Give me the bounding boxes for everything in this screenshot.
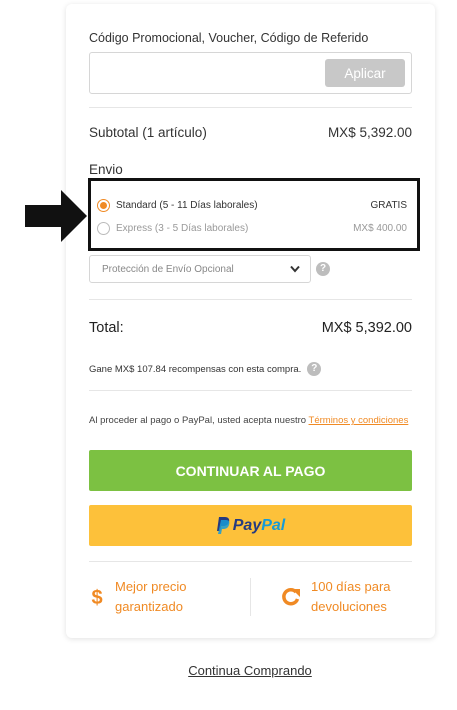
terms-link[interactable]: Términos y condiciones: [309, 415, 409, 426]
rewards-row: Gane MX$ 107.84 recompensas con esta com…: [89, 362, 412, 376]
return-icon: [282, 588, 300, 606]
arrow-right-icon: [25, 190, 87, 242]
promo-code-label: Código Promocional, Voucher, Código de R…: [89, 31, 369, 45]
benefit-line: 100 días para: [311, 579, 391, 594]
shipping-option-express[interactable]: Express (3 - 5 Días laborales) MX$ 400.0…: [97, 222, 407, 235]
paypal-pal-text: Pal: [261, 516, 286, 534]
benefit-line: garantizado: [115, 599, 183, 614]
benefit-line: devoluciones: [311, 599, 387, 614]
shipping-option-standard[interactable]: Standard (5 - 11 Días laborales) GRATIS: [97, 199, 407, 212]
promo-code-input[interactable]: [96, 59, 316, 87]
divider: [89, 390, 412, 391]
checkout-button[interactable]: CONTINUAR AL PAGO: [89, 450, 412, 491]
divider: [89, 107, 412, 108]
chevron-down-icon: [290, 265, 300, 273]
shipping-protection-select[interactable]: Protección de Envío Opcional: [89, 255, 311, 283]
continue-shopping-link[interactable]: Continua Comprando: [0, 663, 457, 678]
shipping-options-highlight: Standard (5 - 11 Días laborales) GRATIS …: [88, 178, 420, 251]
promo-code-field: Aplicar: [89, 52, 412, 94]
shipping-option-price: GRATIS: [370, 200, 407, 211]
divider: [89, 299, 412, 300]
paypal-button[interactable]: Pay Pal: [89, 505, 412, 546]
subtotal-row: Subtotal (1 artículo) MX$ 5,392.00: [89, 125, 412, 140]
dollar-icon: $: [91, 587, 102, 607]
total-label: Total:: [89, 320, 124, 336]
returns-benefit: 100 días para devoluciones: [281, 577, 391, 617]
shipping-protection-placeholder: Protección de Envío Opcional: [102, 263, 234, 275]
best-price-benefit: $ Mejor precio garantizado: [89, 577, 187, 617]
total-row: Total: MX$ 5,392.00: [89, 320, 412, 336]
shipping-option-price: MX$ 400.00: [353, 223, 407, 234]
paypal-pay-text: Pay: [232, 516, 262, 534]
paypal-icon: [216, 517, 230, 534]
subtotal-value: MX$ 5,392.00: [327, 125, 412, 140]
rewards-help-icon[interactable]: ?: [307, 362, 322, 376]
benefit-divider: [250, 578, 251, 616]
subtotal-label: Subtotal (1 artículo): [89, 125, 207, 140]
legal-notice: Al proceder al pago o PayPal, usted acep…: [89, 412, 412, 429]
benefit-line: Mejor precio: [115, 579, 187, 594]
protection-help-icon[interactable]: ?: [316, 262, 330, 276]
shipping-option-label: Standard (5 - 11 Días laborales): [116, 200, 258, 211]
paypal-logo: Pay Pal: [216, 517, 285, 535]
rewards-text: Gane MX$ 107.84 recompensas con esta com…: [89, 363, 302, 375]
radio-standard[interactable]: [97, 199, 110, 212]
legal-text: Al proceder al pago o PayPal, usted acep…: [89, 415, 309, 426]
radio-express[interactable]: [97, 222, 110, 235]
total-value: MX$ 5,392.00: [321, 320, 412, 336]
apply-promo-button[interactable]: Aplicar: [325, 59, 405, 87]
svg-text:$: $: [91, 587, 102, 607]
divider: [89, 561, 412, 562]
shipping-option-label: Express (3 - 5 Días laborales): [116, 223, 249, 234]
shipping-label: Envio: [89, 162, 123, 177]
